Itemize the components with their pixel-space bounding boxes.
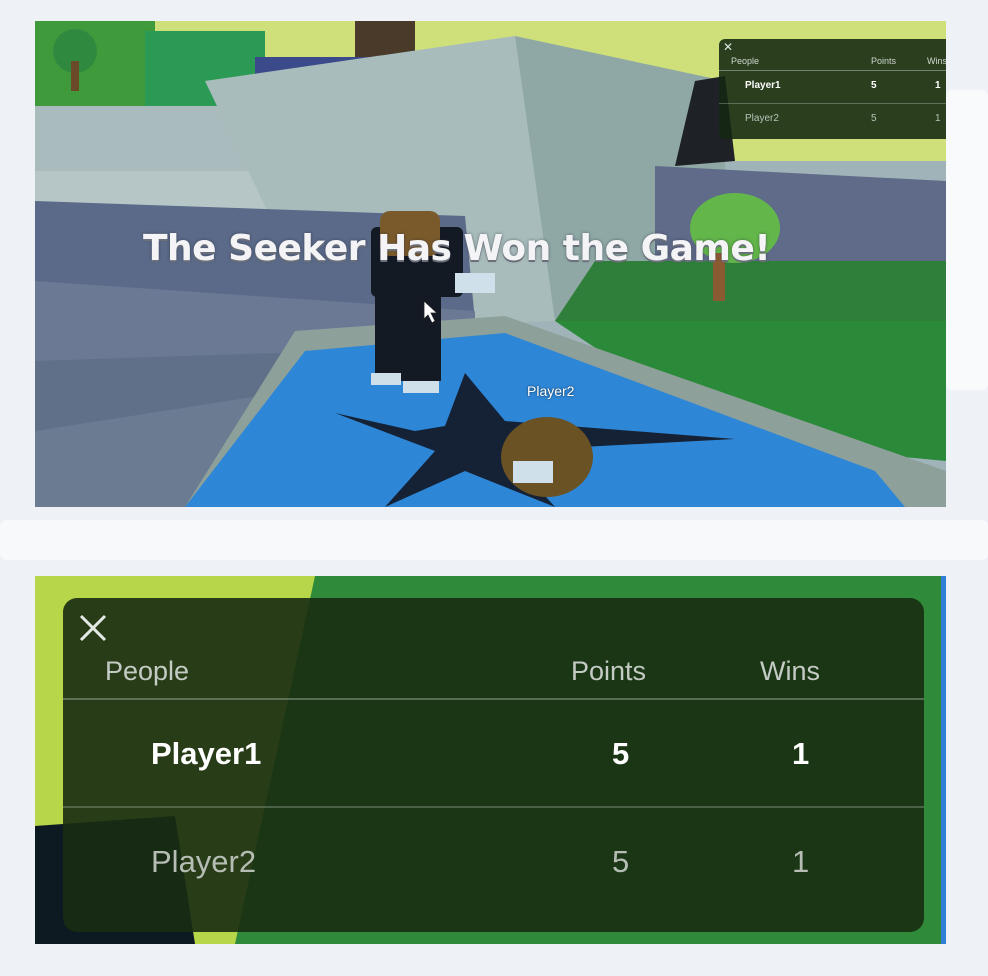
- player-points: 5: [612, 844, 630, 879]
- player-name-tag: Player2: [527, 383, 575, 399]
- column-header-people: People: [731, 56, 760, 66]
- player-name: Player1: [745, 80, 781, 91]
- mini-leaderboard: ✕ People Points Wins Player1 5 1 Player2…: [719, 39, 946, 139]
- column-header-points: Points: [571, 656, 647, 686]
- close-icon[interactable]: [77, 612, 109, 644]
- column-header-wins: Wins: [760, 656, 820, 686]
- leaderboard-row[interactable]: Player1 5 1: [63, 700, 924, 808]
- column-header-points: Points: [871, 56, 897, 66]
- player-points: 5: [612, 736, 630, 771]
- mini-leaderboard-header: People Points Wins: [719, 54, 946, 71]
- player-name: Player1: [151, 736, 262, 771]
- win-announcement-banner: The Seeker Has Won the Game!: [143, 228, 771, 269]
- player-name: Player2: [151, 844, 257, 879]
- column-header-people: People: [105, 656, 190, 686]
- player-name: Player2: [745, 113, 779, 124]
- game-viewport[interactable]: The Seeker Has Won the Game! Player2 ✕ P…: [35, 21, 946, 507]
- leaderboard-header: People Points Wins: [63, 642, 924, 700]
- player-wins: 1: [792, 736, 810, 771]
- background-shape: [946, 90, 988, 390]
- player-wins: 1: [935, 113, 941, 124]
- player-wins: 1: [792, 844, 810, 879]
- player-points: 5: [871, 80, 877, 91]
- leaderboard-row[interactable]: Player1 5 1: [719, 71, 946, 104]
- background-shape: [0, 520, 988, 560]
- leaderboard-row[interactable]: Player2 5 1: [63, 808, 924, 914]
- edge-divider: [941, 576, 946, 944]
- leaderboard-panel: People Points Wins Player1 5 1 Player2 5…: [63, 598, 924, 932]
- player-points: 5: [871, 113, 877, 124]
- column-header-wins: Wins: [927, 56, 946, 66]
- leaderboard-row[interactable]: Player2 5 1: [719, 104, 946, 136]
- player-wins: 1: [935, 80, 941, 91]
- leaderboard-zoom-view: People Points Wins Player1 5 1 Player2 5…: [35, 576, 946, 944]
- close-icon[interactable]: ✕: [723, 40, 733, 54]
